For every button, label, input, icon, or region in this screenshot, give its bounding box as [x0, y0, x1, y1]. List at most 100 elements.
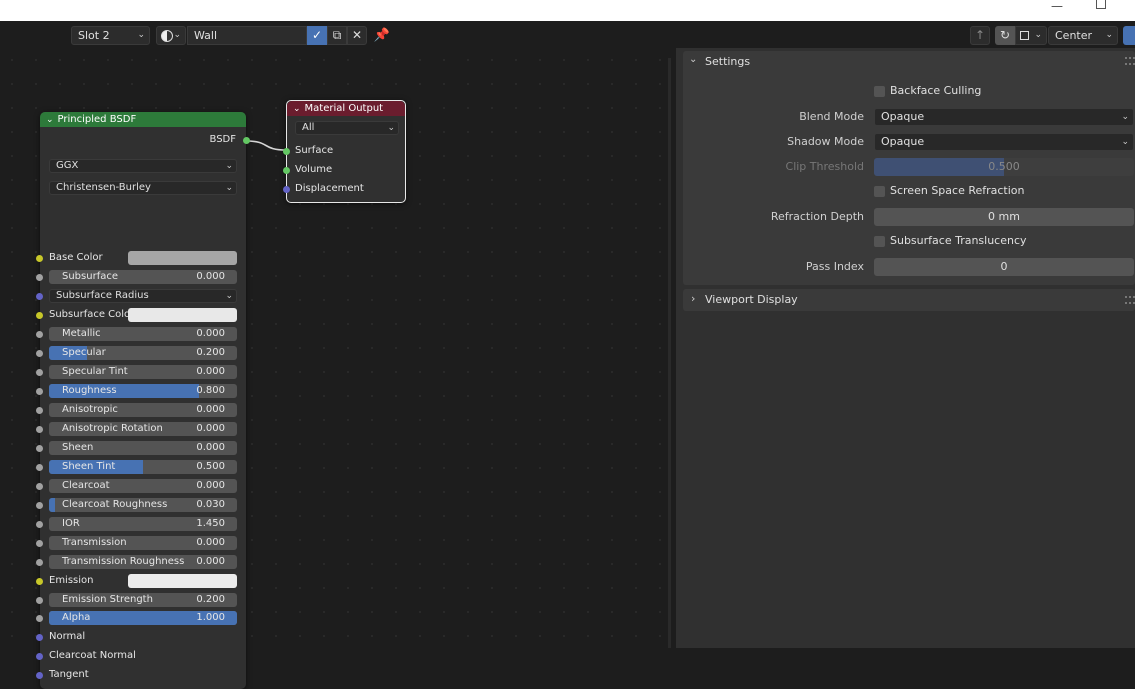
shadow-mode-dropdown[interactable]: Opaque ⌄ [874, 133, 1134, 151]
specular-tint-socket[interactable] [36, 369, 43, 376]
tangent-label: Tangent [49, 669, 89, 680]
maximize-icon[interactable] [1096, 0, 1106, 20]
alpha-socket[interactable] [36, 615, 43, 622]
roughness-socket[interactable] [36, 388, 43, 395]
principled-bsdf-node[interactable]: ⌄ Principled BSDF BSDF GGX ⌄ Christensen-B… [36, 112, 250, 689]
subsurface-method-dropdown[interactable]: Christensen-Burley ⌄ [49, 181, 237, 195]
principled-bsdf-title: Principled BSDF [57, 114, 137, 125]
clip-threshold-label: Clip Threshold [785, 160, 864, 173]
material-name: Wall [194, 29, 218, 42]
drag-handle-icon[interactable] [1125, 296, 1135, 304]
clearcoat-roughness-slider-fill [49, 498, 55, 512]
transmission-field[interactable]: Transmission 0.000 [49, 536, 237, 550]
metallic-socket[interactable] [36, 331, 43, 338]
properties-sidebar: ⌄ Settings Backface Culling Blend Mode O… [676, 48, 1135, 648]
subsurface-socket[interactable] [36, 274, 43, 281]
material-output-node[interactable]: ⌄ Material Output All ⌄ Surface Volume Dis… [283, 100, 406, 203]
clearcoat-roughness-socket[interactable] [36, 502, 43, 509]
emission-strength-socket[interactable] [36, 597, 43, 604]
snap-icon[interactable]: ↻ [995, 26, 1015, 45]
area-splitter[interactable] [668, 58, 671, 648]
pivot-dropdown[interactable]: Center ⌄ [1048, 26, 1118, 45]
pass-index-field[interactable]: 0 [874, 258, 1134, 276]
slot-dropdown[interactable]: Slot 2 ⌄ [71, 26, 150, 45]
unlink-x-icon[interactable]: ✕ [347, 26, 367, 45]
transmission-label: Transmission [62, 537, 127, 548]
collapse-chevron-icon[interactable]: ⌄ [46, 115, 54, 125]
displacement-input-socket[interactable] [283, 186, 290, 193]
material-output-header[interactable]: ⌄ Material Output [287, 101, 405, 116]
transmission-roughness-value: 0.000 [196, 556, 225, 567]
sheen-socket[interactable] [36, 445, 43, 452]
refraction-depth-field[interactable]: 0 mm [874, 208, 1134, 226]
drag-handle-icon[interactable] [1125, 57, 1135, 65]
minimize-icon[interactable]: — [1051, 0, 1063, 21]
base-color-socket[interactable] [36, 255, 43, 262]
sheen-tint-field[interactable]: Sheen Tint 0.500 [49, 460, 237, 474]
subsurface-radius-socket[interactable] [36, 293, 43, 300]
alpha-field[interactable]: Alpha 1.000 [49, 611, 237, 625]
normal-socket[interactable] [36, 634, 43, 641]
node-editor-canvas[interactable]: ⌄ Principled BSDF BSDF GGX ⌄ Christensen-B… [0, 48, 671, 689]
subsurface-color-swatch[interactable] [128, 308, 237, 322]
material-browse-button[interactable]: ⌄ [156, 26, 186, 45]
overlay-toggle-icon[interactable] [1123, 26, 1135, 45]
clip-threshold-field: 0.500 [874, 158, 1134, 176]
bsdf-output-socket[interactable] [243, 137, 250, 144]
transmission-roughness-socket[interactable] [36, 559, 43, 566]
sheen-field[interactable]: Sheen 0.000 [49, 441, 237, 455]
anisotropic-rotation-socket[interactable] [36, 426, 43, 433]
emission-strength-field[interactable]: Emission Strength 0.200 [49, 593, 237, 607]
clearcoat-roughness-field[interactable]: Clearcoat Roughness 0.030 [49, 498, 237, 512]
snap-mode-dropdown[interactable]: ⌄ [1015, 26, 1047, 45]
anisotropic-field[interactable]: Anisotropic 0.000 [49, 403, 237, 417]
backface-culling-checkbox[interactable] [874, 86, 885, 97]
principled-bsdf-header[interactable]: ⌄ Principled BSDF [40, 112, 246, 127]
sheen-tint-socket[interactable] [36, 464, 43, 471]
parent-arrow-icon[interactable]: ↑ [970, 26, 990, 45]
distribution-dropdown[interactable]: GGX ⌄ [49, 159, 237, 173]
base-color-swatch[interactable] [128, 251, 237, 265]
volume-input-socket[interactable] [283, 167, 290, 174]
specular-tint-field[interactable]: Specular Tint 0.000 [49, 365, 237, 379]
sheen-tint-label: Sheen Tint [62, 461, 116, 472]
clearcoat-normal-socket[interactable] [36, 653, 43, 660]
anisotropic-socket[interactable] [36, 407, 43, 414]
chevron-right-icon: › [691, 292, 696, 305]
pin-icon[interactable]: 📌 [373, 26, 391, 45]
chevron-down-icon: ⌄ [225, 183, 233, 193]
subsurface-translucency-checkbox[interactable] [874, 236, 885, 247]
roughness-field[interactable]: Roughness 0.800 [49, 384, 237, 398]
transmission-socket[interactable] [36, 540, 43, 547]
specular-socket[interactable] [36, 350, 43, 357]
specular-field[interactable]: Specular 0.200 [49, 346, 237, 360]
material-name-field[interactable]: Wall [187, 26, 307, 45]
ior-socket[interactable] [36, 521, 43, 528]
emission-color-swatch[interactable] [128, 574, 237, 588]
blend-mode-dropdown[interactable]: Opaque ⌄ [874, 108, 1134, 126]
ior-value: 1.450 [196, 518, 225, 529]
ior-field[interactable]: IOR 1.450 [49, 517, 237, 531]
subsurface-value: 0.000 [196, 271, 225, 282]
subsurface-field[interactable]: Subsurface 0.000 [49, 270, 237, 284]
duplicate-icon[interactable]: ⧉ [327, 26, 347, 45]
fake-user-shield-icon[interactable]: ✓ [307, 26, 327, 45]
anisotropic-rotation-field[interactable]: Anisotropic Rotation 0.000 [49, 422, 237, 436]
subsurface-radius-dropdown[interactable]: Subsurface Radius ⌄ [49, 289, 237, 303]
tangent-socket[interactable] [36, 672, 43, 679]
metallic-field[interactable]: Metallic 0.000 [49, 327, 237, 341]
emission-socket[interactable] [36, 578, 43, 585]
clearcoat-field[interactable]: Clearcoat 0.000 [49, 479, 237, 493]
sheen-value: 0.000 [196, 442, 225, 453]
screen-space-refraction-checkbox[interactable] [874, 186, 885, 197]
subsurface-color-socket[interactable] [36, 312, 43, 319]
surface-input-socket[interactable] [283, 148, 290, 155]
output-target-dropdown[interactable]: All ⌄ [295, 121, 399, 135]
collapse-chevron-icon[interactable]: ⌄ [293, 104, 301, 114]
settings-title: Settings [705, 55, 751, 68]
viewport-display-title: Viewport Display [705, 293, 798, 306]
transmission-roughness-field[interactable]: Transmission Roughness 0.000 [49, 555, 237, 569]
settings-panel-header[interactable]: ⌄ Settings [683, 51, 1135, 73]
clearcoat-socket[interactable] [36, 483, 43, 490]
viewport-display-panel-header[interactable]: › Viewport Display [683, 289, 1135, 311]
